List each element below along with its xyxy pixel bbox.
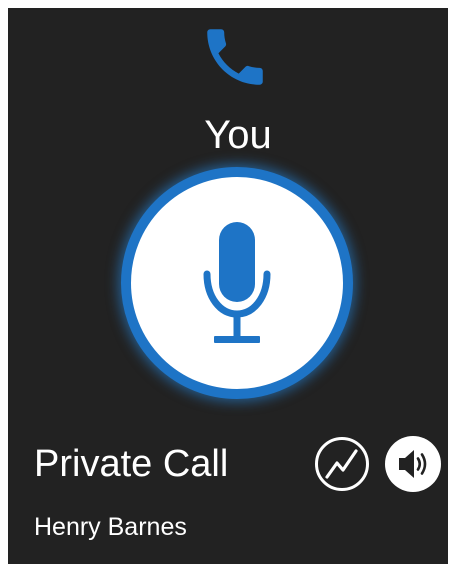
speaker-button[interactable] <box>385 436 441 492</box>
caller-name: Henry Barnes <box>34 513 187 541</box>
signal-activity-icon <box>315 437 369 491</box>
speaker-volume-icon <box>385 436 441 492</box>
call-screen: You Private Call Henry Barnes <box>8 8 448 564</box>
signal-activity-button[interactable] <box>314 436 370 492</box>
active-speaker-label: You <box>204 113 272 157</box>
push-to-talk-button[interactable] <box>121 167 353 399</box>
phone-handset-icon <box>198 19 272 95</box>
call-type-label: Private Call <box>34 443 229 485</box>
microphone-icon <box>202 222 272 347</box>
